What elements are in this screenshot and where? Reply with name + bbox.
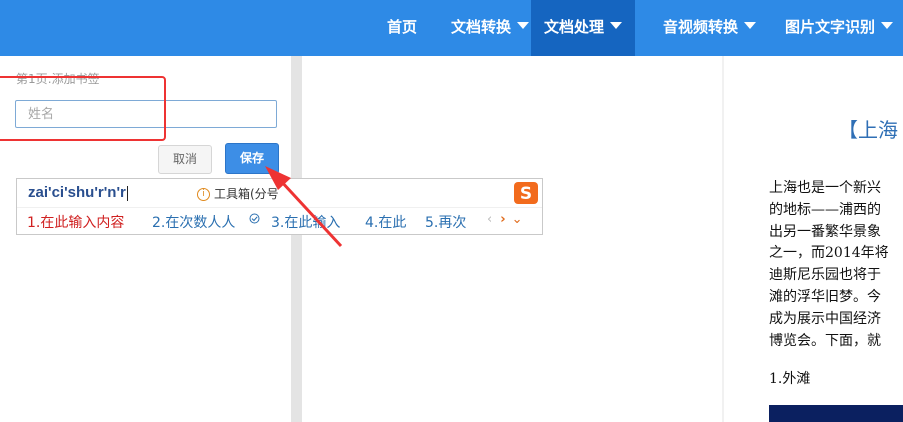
chevron-down-icon bbox=[610, 22, 623, 29]
ime-next-page-icon[interactable]: › bbox=[500, 212, 505, 227]
nav-item-doc-process[interactable]: 文档处理 bbox=[531, 0, 636, 56]
ime-candidate-1[interactable]: 1.在此输入内容 bbox=[27, 212, 124, 232]
ime-expand-icon[interactable]: ⌄ bbox=[512, 212, 523, 227]
save-button[interactable]: 保存 bbox=[225, 143, 279, 174]
text-cursor bbox=[126, 185, 128, 201]
ime-toolbox-label: 工具箱(分号 bbox=[214, 187, 279, 201]
ime-candidate-3[interactable]: 3.在此输入 bbox=[271, 212, 340, 232]
document-preview: 【上海 上海也是一个新兴 的地标——浦西的 出另一番繁华景象 之一，而2014年… bbox=[724, 56, 903, 422]
nav-item-doc-convert[interactable]: 文档转换 bbox=[451, 0, 530, 56]
panel-divider[interactable] bbox=[291, 56, 302, 422]
ime-candidate-window: zai'ci'shu'r'n'r i 工具箱(分号 S 1.在此输入内容 2.在次… bbox=[16, 178, 543, 235]
paragraph-line: 成为展示中国经济 bbox=[769, 310, 881, 327]
top-navigation-bar: 首页 文档转换 文档处理 音视频转换 图片文字识别 bbox=[0, 0, 903, 56]
paragraph-line: 出另一番繁华景象 bbox=[769, 223, 881, 240]
paragraph-line: 博览会。下面，就 bbox=[769, 332, 881, 349]
nav-item-av-convert[interactable]: 音视频转换 bbox=[663, 0, 757, 56]
nav-item-label: 首页 bbox=[387, 18, 418, 36]
chevron-down-icon bbox=[517, 22, 530, 29]
ime-candidate-5[interactable]: 5.再次 bbox=[425, 212, 466, 232]
check-circle-icon bbox=[249, 213, 260, 224]
paragraph-line: 之一，而2014年将 bbox=[769, 245, 889, 262]
ime-candidate-2[interactable]: 2.在次数人人 bbox=[152, 212, 235, 232]
paragraph-line: 迪斯尼乐园也将于 bbox=[769, 267, 881, 284]
blank-area bbox=[302, 56, 722, 422]
annotation-highlight-box bbox=[0, 76, 166, 141]
sogou-logo-icon: S bbox=[514, 182, 538, 204]
info-icon: i bbox=[197, 188, 210, 201]
ime-composition: zai'ci'shu'r'n'r bbox=[28, 184, 128, 201]
nav-item-label: 图片文字识别 bbox=[785, 18, 876, 36]
nav-item-home[interactable]: 首页 bbox=[387, 0, 417, 56]
document-paragraph: 上海也是一个新兴 的地标——浦西的 出另一番繁华景象 之一，而2014年将 迪斯… bbox=[769, 178, 903, 352]
nav-item-label: 文档处理 bbox=[544, 18, 605, 36]
document-image bbox=[769, 405, 903, 422]
ime-page-controls: ‹ › ⌄ bbox=[487, 212, 522, 227]
ime-prev-page-icon[interactable]: ‹ bbox=[487, 212, 492, 227]
document-title: 【上海 bbox=[838, 118, 898, 142]
chevron-down-icon bbox=[744, 22, 757, 29]
chevron-down-icon bbox=[881, 22, 894, 29]
nav-item-ocr[interactable]: 图片文字识别 bbox=[785, 0, 894, 56]
section-heading: 1.外滩 bbox=[769, 371, 811, 387]
paragraph-line: 滩的浮华旧梦。今 bbox=[769, 288, 881, 305]
svg-text:S: S bbox=[520, 184, 532, 204]
cancel-button[interactable]: 取消 bbox=[158, 145, 212, 174]
ime-typed-text: zai'ci'shu'r'n'r bbox=[28, 184, 126, 201]
ime-separator bbox=[17, 207, 542, 208]
ime-candidate-4[interactable]: 4.在此 bbox=[365, 212, 406, 232]
paragraph-line: 上海也是一个新兴 bbox=[769, 180, 881, 196]
nav-item-label: 文档转换 bbox=[451, 18, 512, 36]
nav-item-label: 音视频转换 bbox=[663, 18, 739, 36]
paragraph-line: 的地标——浦西的 bbox=[769, 201, 881, 218]
ime-toolbox[interactable]: i 工具箱(分号 bbox=[197, 185, 292, 202]
